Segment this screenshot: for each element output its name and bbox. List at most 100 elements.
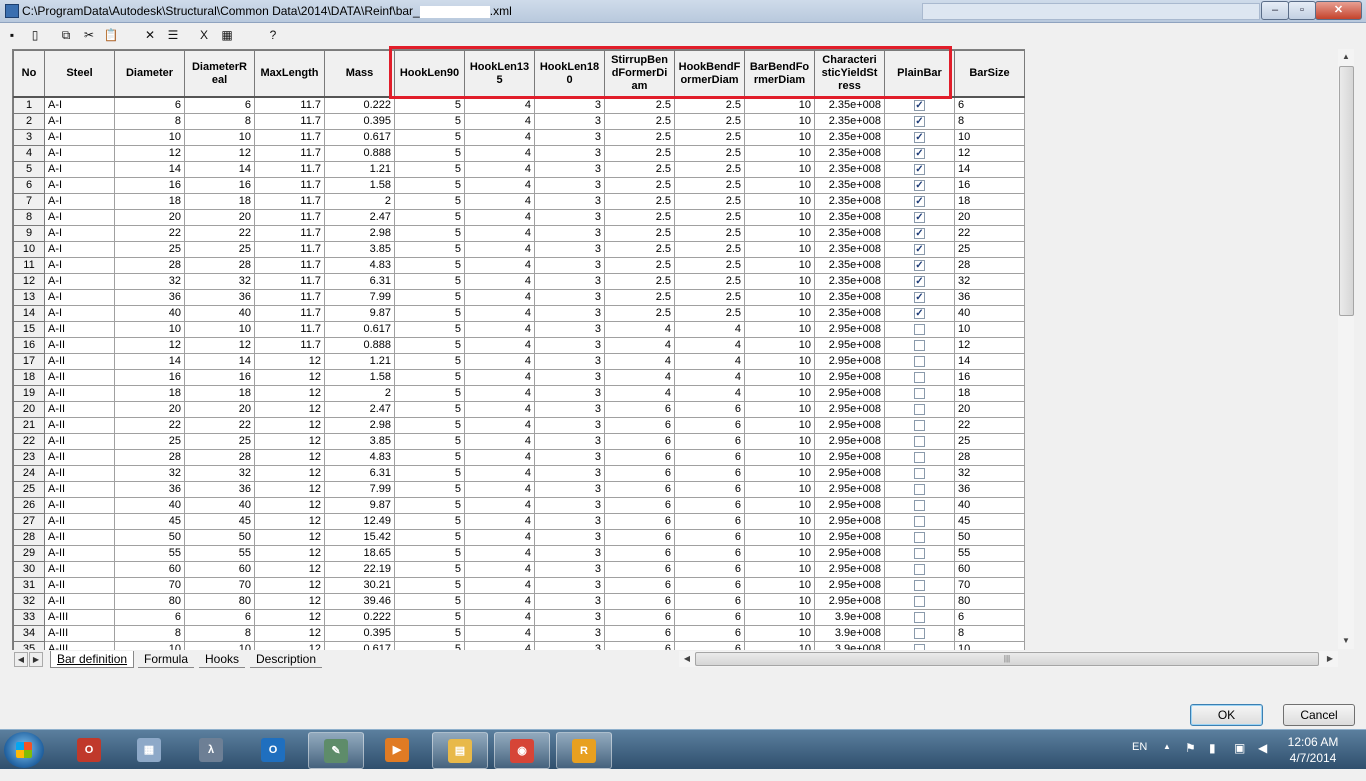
table-cell[interactable]: 2.5	[604, 129, 675, 146]
minimize-button[interactable]: –	[1261, 1, 1289, 20]
taskbar-app-button[interactable]: O	[62, 732, 116, 767]
table-cell[interactable]: 6	[604, 641, 675, 650]
row-number[interactable]: 9	[13, 225, 45, 242]
table-cell[interactable]: 2.5	[604, 257, 675, 274]
table-cell[interactable]: 3	[534, 273, 605, 290]
table-cell[interactable]: 2.5	[604, 209, 675, 226]
table-cell[interactable]: 2.95e+008	[814, 385, 885, 402]
table-cell[interactable]: 2.35e+008	[814, 129, 885, 146]
checked-checkbox-icon[interactable]: ✓	[914, 163, 925, 175]
table-cell[interactable]: 2.35e+008	[814, 273, 885, 290]
table-cell[interactable]: 25	[954, 241, 1025, 258]
table-cell[interactable]: 0.888	[324, 145, 395, 162]
table-cell[interactable]: 5	[394, 481, 465, 498]
table-cell[interactable]: 2	[324, 385, 395, 402]
table-cell[interactable]: 3	[534, 545, 605, 562]
table-cell[interactable]: 4	[674, 369, 745, 386]
table-cell[interactable]: 12	[254, 465, 325, 482]
table-cell[interactable]: 1.21	[324, 161, 395, 178]
table-cell[interactable]: A-I	[44, 96, 115, 114]
table-cell[interactable]: 2.35e+008	[814, 257, 885, 274]
table-cell[interactable]: 5	[394, 449, 465, 466]
table-cell[interactable]: 55	[954, 545, 1025, 562]
table-cell[interactable]: 80	[114, 593, 185, 610]
table-cell[interactable]: 16	[954, 369, 1025, 386]
column-header[interactable]: Steel	[44, 50, 115, 98]
table-cell[interactable]: 10	[744, 193, 815, 210]
table-cell[interactable]: 25	[114, 241, 185, 258]
table-cell[interactable]: 4	[464, 529, 535, 546]
table-cell[interactable]: 2.95e+008	[814, 577, 885, 594]
table-cell[interactable]: 2.95e+008	[814, 513, 885, 530]
unchecked-checkbox-icon[interactable]	[914, 595, 925, 607]
unchecked-checkbox-icon[interactable]	[914, 499, 925, 511]
column-header[interactable]: MaxLength	[254, 50, 325, 98]
table-cell[interactable]: 60	[954, 561, 1025, 578]
table-cell[interactable]: 2.98	[324, 225, 395, 242]
table-cell[interactable]: 16	[184, 369, 255, 386]
table-cell[interactable]: 6	[604, 433, 675, 450]
table-cell[interactable]: 10	[744, 561, 815, 578]
table-cell[interactable]: 2.95e+008	[814, 369, 885, 386]
plainbar-checkbox-cell[interactable]: ✓	[884, 257, 955, 274]
table-cell[interactable]: A-I	[44, 273, 115, 290]
table-cell[interactable]: 2.35e+008	[814, 225, 885, 242]
table-cell[interactable]: 2.35e+008	[814, 161, 885, 178]
table-row[interactable]: 17 A-II 14 14 12 1.21 5 4 3 4 4 10 2.95e+008 14	[13, 353, 1025, 370]
excel-export-icon[interactable]: X	[196, 27, 212, 43]
table-cell[interactable]: 10	[744, 289, 815, 306]
table-cell[interactable]: 2.5	[674, 129, 745, 146]
table-cell[interactable]: 6	[674, 513, 745, 530]
table-cell[interactable]: A-I	[44, 305, 115, 322]
unchecked-checkbox-icon[interactable]	[914, 451, 925, 463]
table-cell[interactable]: 4	[464, 481, 535, 498]
table-cell[interactable]: 7.99	[324, 481, 395, 498]
table-cell[interactable]: 4	[464, 385, 535, 402]
table-row[interactable]: 19 A-II 18 18 12 2 5 4 3 4 4 10 2.95e+008 18	[13, 385, 1025, 402]
table-row[interactable]: 31 A-II 70 70 12 30.21 5 4 3 6 6 10 2.95e+008 70	[13, 577, 1025, 594]
scroll-thumb[interactable]	[1339, 66, 1354, 316]
unchecked-checkbox-icon[interactable]	[914, 627, 925, 639]
table-cell[interactable]: 4.83	[324, 257, 395, 274]
table-cell[interactable]: 2.95e+008	[814, 561, 885, 578]
taskbar-app-button[interactable]: ▤	[432, 732, 488, 769]
table-cell[interactable]: 4	[464, 433, 535, 450]
table-cell[interactable]: 11.7	[254, 321, 325, 338]
table-cell[interactable]: 4	[464, 257, 535, 274]
table-cell[interactable]: 0.222	[324, 96, 395, 114]
horizontal-scrollbar[interactable]: ◀ ||| ▶	[679, 651, 1338, 667]
table-cell[interactable]: 40	[184, 305, 255, 322]
table-cell[interactable]: 6	[604, 401, 675, 418]
unchecked-checkbox-icon[interactable]	[914, 371, 925, 383]
table-cell[interactable]: 2.5	[604, 289, 675, 306]
table-cell[interactable]: 12	[254, 369, 325, 386]
table-cell[interactable]: 12	[954, 145, 1025, 162]
column-header[interactable]: BarSize	[954, 50, 1025, 98]
table-cell[interactable]: 3	[534, 193, 605, 210]
taskbar-app-button[interactable]: R	[556, 732, 612, 769]
table-cell[interactable]: 5	[394, 337, 465, 354]
clock[interactable]: 12:06 AM 4/7/2014	[1278, 734, 1348, 766]
row-number[interactable]: 24	[13, 465, 45, 482]
table-row[interactable]: 2 A-I 8 8 11.7 0.395 5 4 3 2.5 2.5 10 2.35e+008 ✓ 8	[13, 113, 1025, 130]
row-number[interactable]: 26	[13, 497, 45, 514]
table-cell[interactable]: 11.7	[254, 337, 325, 354]
tab-hooks[interactable]: Hooks	[199, 651, 246, 668]
table-cell[interactable]: 3	[534, 209, 605, 226]
table-cell[interactable]: A-II	[44, 433, 115, 450]
table-cell[interactable]: A-II	[44, 465, 115, 482]
table-cell[interactable]: 5	[394, 545, 465, 562]
row-number[interactable]: 29	[13, 545, 45, 562]
table-cell[interactable]: 5	[394, 577, 465, 594]
table-cell[interactable]: 80	[184, 593, 255, 610]
unchecked-checkbox-icon[interactable]	[914, 611, 925, 623]
checked-checkbox-icon[interactable]: ✓	[914, 131, 925, 143]
table-row[interactable]: 22 A-II 25 25 12 3.85 5 4 3 6 6 10 2.95e+008 25	[13, 433, 1025, 450]
table-cell[interactable]: 14	[114, 161, 185, 178]
table-cell[interactable]: 6.31	[324, 465, 395, 482]
table-cell[interactable]: 18	[954, 193, 1025, 210]
table-cell[interactable]: 6	[674, 577, 745, 594]
table-cell[interactable]: 2.35e+008	[814, 305, 885, 322]
table-cell[interactable]: 36	[184, 289, 255, 306]
table-cell[interactable]: 10	[954, 641, 1025, 650]
